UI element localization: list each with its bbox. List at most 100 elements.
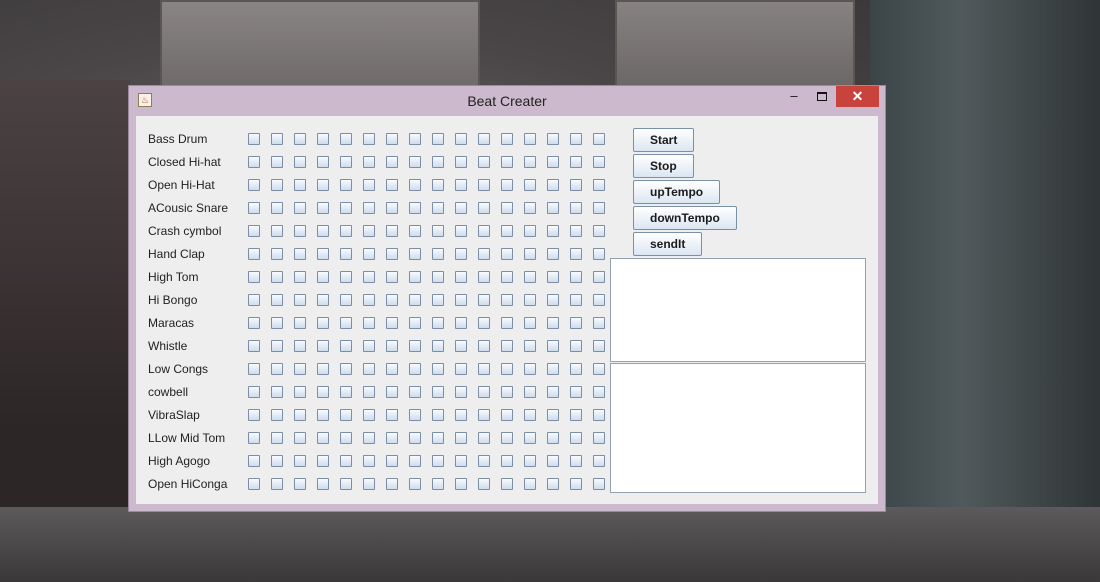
beat-checkbox[interactable] xyxy=(432,409,444,421)
beat-checkbox[interactable] xyxy=(409,386,421,398)
beat-checkbox[interactable] xyxy=(455,294,467,306)
beat-checkbox[interactable] xyxy=(409,478,421,490)
beat-checkbox[interactable] xyxy=(501,156,513,168)
beat-checkbox[interactable] xyxy=(570,294,582,306)
beat-checkbox[interactable] xyxy=(524,432,536,444)
beat-checkbox[interactable] xyxy=(455,202,467,214)
beat-checkbox[interactable] xyxy=(363,432,375,444)
beat-checkbox[interactable] xyxy=(524,202,536,214)
beat-checkbox[interactable] xyxy=(317,317,329,329)
beat-checkbox[interactable] xyxy=(386,340,398,352)
beat-checkbox[interactable] xyxy=(593,225,605,237)
beat-checkbox[interactable] xyxy=(363,455,375,467)
beat-checkbox[interactable] xyxy=(524,340,536,352)
title-bar[interactable]: ♨ Beat Creater ‒ ✕ xyxy=(129,86,885,116)
beat-checkbox[interactable] xyxy=(455,225,467,237)
beat-checkbox[interactable] xyxy=(386,363,398,375)
beat-checkbox[interactable] xyxy=(524,386,536,398)
beat-checkbox[interactable] xyxy=(294,179,306,191)
beat-checkbox[interactable] xyxy=(432,455,444,467)
beat-checkbox[interactable] xyxy=(593,363,605,375)
beat-checkbox[interactable] xyxy=(593,478,605,490)
beat-checkbox[interactable] xyxy=(547,386,559,398)
beat-checkbox[interactable] xyxy=(294,225,306,237)
beat-checkbox[interactable] xyxy=(271,271,283,283)
beat-checkbox[interactable] xyxy=(271,317,283,329)
beat-checkbox[interactable] xyxy=(570,478,582,490)
beat-checkbox[interactable] xyxy=(248,363,260,375)
beat-checkbox[interactable] xyxy=(271,386,283,398)
beat-checkbox[interactable] xyxy=(478,225,490,237)
beat-checkbox[interactable] xyxy=(455,156,467,168)
beat-checkbox[interactable] xyxy=(432,133,444,145)
beat-checkbox[interactable] xyxy=(386,133,398,145)
beat-checkbox[interactable] xyxy=(478,478,490,490)
beat-checkbox[interactable] xyxy=(501,271,513,283)
beat-checkbox[interactable] xyxy=(248,225,260,237)
beat-checkbox[interactable] xyxy=(340,317,352,329)
beat-checkbox[interactable] xyxy=(363,179,375,191)
beat-checkbox[interactable] xyxy=(593,386,605,398)
beat-checkbox[interactable] xyxy=(409,363,421,375)
beat-checkbox[interactable] xyxy=(271,455,283,467)
beat-checkbox[interactable] xyxy=(409,317,421,329)
beat-checkbox[interactable] xyxy=(386,317,398,329)
beat-checkbox[interactable] xyxy=(248,409,260,421)
beat-checkbox[interactable] xyxy=(409,202,421,214)
beat-checkbox[interactable] xyxy=(340,455,352,467)
beat-checkbox[interactable] xyxy=(409,294,421,306)
beat-checkbox[interactable] xyxy=(317,294,329,306)
beat-checkbox[interactable] xyxy=(524,225,536,237)
beat-checkbox[interactable] xyxy=(409,133,421,145)
beat-checkbox[interactable] xyxy=(340,156,352,168)
beat-checkbox[interactable] xyxy=(386,432,398,444)
beat-checkbox[interactable] xyxy=(593,156,605,168)
beat-checkbox[interactable] xyxy=(409,432,421,444)
beat-checkbox[interactable] xyxy=(547,340,559,352)
beat-checkbox[interactable] xyxy=(478,248,490,260)
beat-checkbox[interactable] xyxy=(478,133,490,145)
beat-checkbox[interactable] xyxy=(386,386,398,398)
beat-checkbox[interactable] xyxy=(432,363,444,375)
beat-checkbox[interactable] xyxy=(248,156,260,168)
beat-checkbox[interactable] xyxy=(363,409,375,421)
beat-checkbox[interactable] xyxy=(524,478,536,490)
beat-checkbox[interactable] xyxy=(501,432,513,444)
beat-checkbox[interactable] xyxy=(478,156,490,168)
beat-checkbox[interactable] xyxy=(294,409,306,421)
beat-checkbox[interactable] xyxy=(363,386,375,398)
beat-checkbox[interactable] xyxy=(317,478,329,490)
beat-checkbox[interactable] xyxy=(271,202,283,214)
beat-checkbox[interactable] xyxy=(248,455,260,467)
beat-checkbox[interactable] xyxy=(363,202,375,214)
beat-checkbox[interactable] xyxy=(409,455,421,467)
beat-checkbox[interactable] xyxy=(294,340,306,352)
beat-checkbox[interactable] xyxy=(593,409,605,421)
beat-checkbox[interactable] xyxy=(432,294,444,306)
beat-checkbox[interactable] xyxy=(294,386,306,398)
beat-checkbox[interactable] xyxy=(524,248,536,260)
beat-checkbox[interactable] xyxy=(524,156,536,168)
beat-checkbox[interactable] xyxy=(271,179,283,191)
beat-checkbox[interactable] xyxy=(317,386,329,398)
beat-checkbox[interactable] xyxy=(570,386,582,398)
beat-checkbox[interactable] xyxy=(317,156,329,168)
beat-checkbox[interactable] xyxy=(570,340,582,352)
beat-checkbox[interactable] xyxy=(593,271,605,283)
beat-checkbox[interactable] xyxy=(409,248,421,260)
beat-checkbox[interactable] xyxy=(340,179,352,191)
beat-checkbox[interactable] xyxy=(547,156,559,168)
beat-checkbox[interactable] xyxy=(317,340,329,352)
beat-checkbox[interactable] xyxy=(317,455,329,467)
beat-checkbox[interactable] xyxy=(432,386,444,398)
beat-checkbox[interactable] xyxy=(524,294,536,306)
beat-checkbox[interactable] xyxy=(271,432,283,444)
beat-checkbox[interactable] xyxy=(478,340,490,352)
beat-checkbox[interactable] xyxy=(501,202,513,214)
beat-checkbox[interactable] xyxy=(524,363,536,375)
beat-checkbox[interactable] xyxy=(409,156,421,168)
beat-checkbox[interactable] xyxy=(570,317,582,329)
beat-checkbox[interactable] xyxy=(593,248,605,260)
beat-checkbox[interactable] xyxy=(317,202,329,214)
minimize-button[interactable]: ‒ xyxy=(781,86,807,107)
